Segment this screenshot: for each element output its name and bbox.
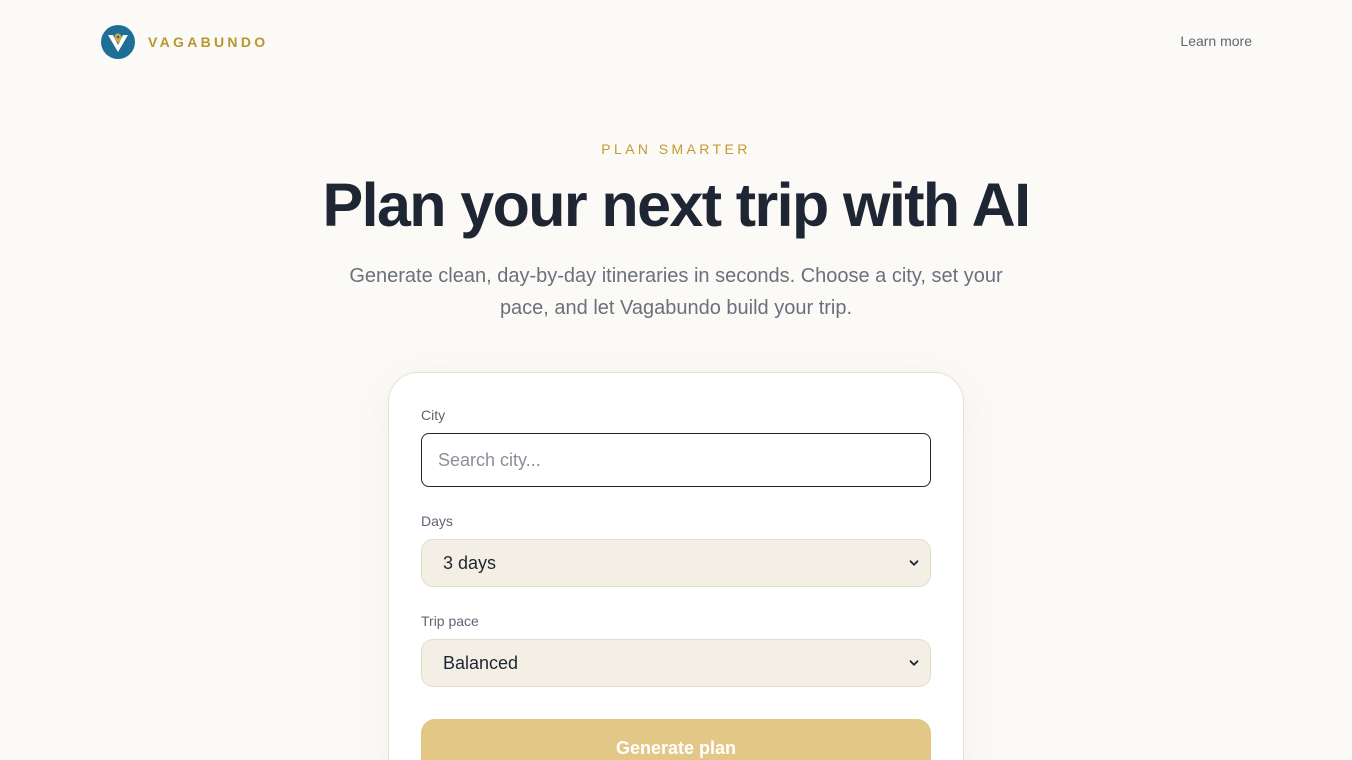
page: VAGABUNDO Learn more PLAN SMARTER Plan y… [0,0,1352,760]
brand[interactable]: VAGABUNDO [101,24,268,60]
brand-name: VAGABUNDO [148,34,269,50]
chevron-down-icon [909,660,919,666]
top-bar: VAGABUNDO Learn more [0,0,1352,84]
trip-planner-form: City Days 3 days Trip pace Balanced Gene… [388,372,964,760]
city-label: City [421,407,446,423]
vagabundo-logo-icon [101,25,135,59]
trip-pace-select[interactable]: Balanced [421,639,931,687]
city-search-input[interactable] [421,433,931,487]
days-selected-value: 3 days [443,552,497,573]
generate-plan-button[interactable]: Generate plan [421,719,931,760]
hero-eyebrow: PLAN SMARTER [601,141,751,157]
chevron-down-icon [909,560,919,566]
learn-more-link[interactable]: Learn more [1180,33,1252,49]
days-label: Days [421,513,453,529]
trip-pace-selected-value: Balanced [443,652,519,673]
trip-pace-label: Trip pace [421,613,479,629]
hero-subtitle: Generate clean, day-by-day itineraries i… [349,265,1003,319]
days-select[interactable]: 3 days [421,539,931,587]
hero-title: Plan your next trip with AI [322,171,1032,239]
